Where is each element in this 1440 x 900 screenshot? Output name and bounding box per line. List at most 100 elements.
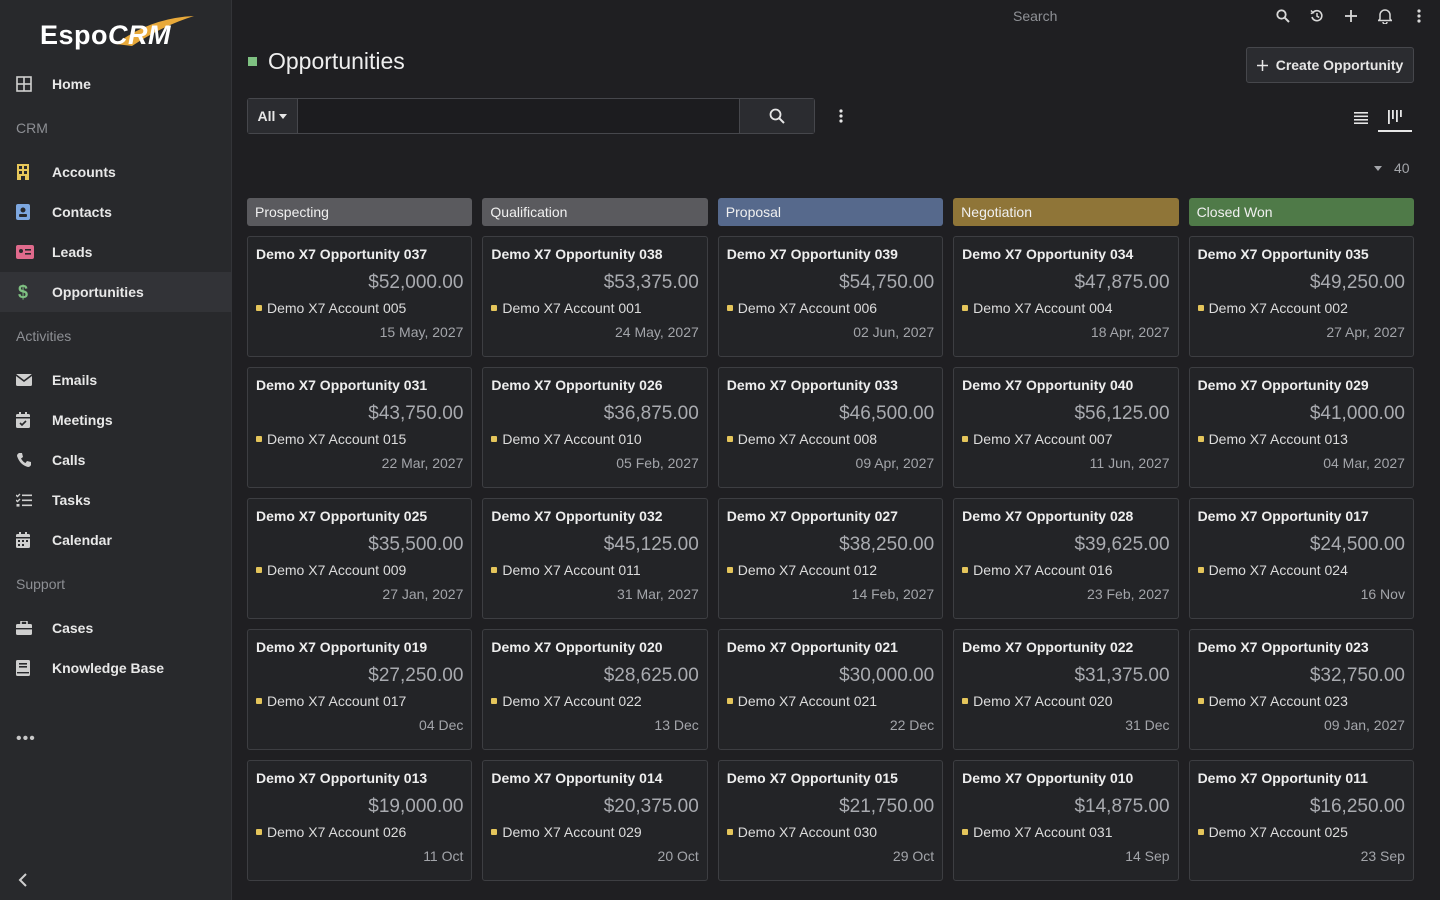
account-name-link[interactable]: Demo X7 Account 011 bbox=[502, 562, 640, 578]
account-name-link[interactable]: Demo X7 Account 009 bbox=[267, 562, 406, 578]
kanban-view-icon[interactable] bbox=[1378, 104, 1412, 132]
account-name-link[interactable]: Demo X7 Account 022 bbox=[502, 693, 641, 709]
account-name-link[interactable]: Demo X7 Account 029 bbox=[502, 824, 641, 840]
opportunity-name-link[interactable]: Demo X7 Opportunity 028 bbox=[962, 508, 1169, 526]
collapse-sidebar-icon[interactable] bbox=[16, 872, 30, 893]
sidebar-item-contacts[interactable]: Contacts bbox=[0, 192, 231, 232]
history-icon[interactable] bbox=[1300, 6, 1334, 26]
opportunity-name-link[interactable]: Demo X7 Opportunity 022 bbox=[962, 639, 1169, 657]
opportunity-name-link[interactable]: Demo X7 Opportunity 032 bbox=[491, 508, 698, 526]
sidebar-item-meetings[interactable]: Meetings bbox=[0, 400, 231, 440]
account-name-link[interactable]: Demo X7 Account 024 bbox=[1209, 562, 1348, 578]
opportunity-card[interactable]: Demo X7 Opportunity 037 $52,000.00 Demo X7… bbox=[247, 236, 473, 357]
account-name-link[interactable]: Demo X7 Account 005 bbox=[267, 300, 406, 316]
filter-options-kebab-icon[interactable] bbox=[832, 106, 850, 126]
opportunity-card[interactable]: Demo X7 Opportunity 025 $35,500.00 Demo X7… bbox=[247, 498, 473, 619]
opportunity-card[interactable]: Demo X7 Opportunity 032 $45,125.00 Demo X7… bbox=[482, 498, 708, 619]
opportunity-name-link[interactable]: Demo X7 Opportunity 034 bbox=[962, 246, 1169, 264]
opportunity-card[interactable]: Demo X7 Opportunity 017 $24,500.00 Demo X7… bbox=[1188, 498, 1414, 619]
sidebar-item-knowledge-base[interactable]: Knowledge Base bbox=[0, 648, 231, 688]
opportunity-card[interactable]: Demo X7 Opportunity 028 $39,625.00 Demo X7… bbox=[953, 498, 1179, 619]
account-name-link[interactable]: Demo X7 Account 013 bbox=[1209, 431, 1348, 447]
opportunity-card[interactable]: Demo X7 Opportunity 021 $30,000.00 Demo X7… bbox=[717, 629, 944, 750]
opportunity-card[interactable]: Demo X7 Opportunity 033 $46,500.00 Demo X7… bbox=[717, 367, 944, 488]
opportunity-name-link[interactable]: Demo X7 Opportunity 014 bbox=[491, 770, 698, 788]
opportunity-card[interactable]: Demo X7 Opportunity 011 $16,250.00 Demo X7… bbox=[1188, 760, 1414, 881]
plus-icon[interactable] bbox=[1334, 6, 1368, 26]
opportunity-name-link[interactable]: Demo X7 Opportunity 017 bbox=[1198, 508, 1405, 526]
opportunity-card[interactable]: Demo X7 Opportunity 019 $27,250.00 Demo X7… bbox=[247, 629, 473, 750]
account-name-link[interactable]: Demo X7 Account 007 bbox=[973, 431, 1112, 447]
global-search-input[interactable]: Search bbox=[1000, 4, 1240, 28]
account-name-link[interactable]: Demo X7 Account 010 bbox=[502, 431, 641, 447]
opportunity-card[interactable]: Demo X7 Opportunity 023 $32,750.00 Demo X7… bbox=[1188, 629, 1414, 750]
opportunity-name-link[interactable]: Demo X7 Opportunity 040 bbox=[962, 377, 1169, 395]
sidebar-item-opportunities[interactable]: $ Opportunities bbox=[0, 272, 231, 312]
opportunity-name-link[interactable]: Demo X7 Opportunity 033 bbox=[727, 377, 934, 395]
opportunity-card[interactable]: Demo X7 Opportunity 039 $54,750.00 Demo X7… bbox=[717, 236, 944, 357]
espocrm-logo[interactable]: EspoCRM bbox=[40, 14, 200, 54]
opportunity-name-link[interactable]: Demo X7 Opportunity 013 bbox=[256, 770, 463, 788]
bell-icon[interactable] bbox=[1368, 6, 1402, 26]
opportunity-name-link[interactable]: Demo X7 Opportunity 029 bbox=[1198, 377, 1405, 395]
opportunity-card[interactable]: Demo X7 Opportunity 029 $41,000.00 Demo X7… bbox=[1188, 367, 1414, 488]
opportunity-name-link[interactable]: Demo X7 Opportunity 027 bbox=[727, 508, 934, 526]
sidebar-item-accounts[interactable]: Accounts bbox=[0, 152, 231, 192]
sidebar-item-tasks[interactable]: Tasks bbox=[0, 480, 231, 520]
account-name-link[interactable]: Demo X7 Account 016 bbox=[973, 562, 1112, 578]
opportunity-card[interactable]: Demo X7 Opportunity 031 $43,750.00 Demo X7… bbox=[247, 367, 473, 488]
opportunity-name-link[interactable]: Demo X7 Opportunity 023 bbox=[1198, 639, 1405, 657]
opportunity-name-link[interactable]: Demo X7 Opportunity 025 bbox=[256, 508, 463, 526]
account-name-link[interactable]: Demo X7 Account 031 bbox=[973, 824, 1112, 840]
kebab-menu-icon[interactable] bbox=[1402, 6, 1436, 26]
opportunity-card[interactable]: Demo X7 Opportunity 015 $21,750.00 Demo X7… bbox=[717, 760, 944, 881]
create-opportunity-button[interactable]: Create Opportunity bbox=[1246, 47, 1414, 83]
opportunity-name-link[interactable]: Demo X7 Opportunity 019 bbox=[256, 639, 463, 657]
account-name-link[interactable]: Demo X7 Account 020 bbox=[973, 693, 1112, 709]
page-title-text[interactable]: Opportunities bbox=[268, 48, 405, 75]
filter-search-button[interactable] bbox=[739, 99, 814, 133]
more-nav-icon[interactable]: ••• bbox=[16, 730, 36, 748]
opportunity-card[interactable]: Demo X7 Opportunity 022 $31,375.00 Demo X7… bbox=[953, 629, 1179, 750]
opportunity-name-link[interactable]: Demo X7 Opportunity 010 bbox=[962, 770, 1169, 788]
opportunity-card[interactable]: Demo X7 Opportunity 010 $14,875.00 Demo X7… bbox=[953, 760, 1179, 881]
account-name-link[interactable]: Demo X7 Account 023 bbox=[1209, 693, 1348, 709]
opportunity-name-link[interactable]: Demo X7 Opportunity 037 bbox=[256, 246, 463, 264]
account-name-link[interactable]: Demo X7 Account 002 bbox=[1209, 300, 1348, 316]
sidebar-item-leads[interactable]: Leads bbox=[0, 232, 231, 272]
opportunity-name-link[interactable]: Demo X7 Opportunity 020 bbox=[491, 639, 698, 657]
opportunity-card[interactable]: Demo X7 Opportunity 035 $49,250.00 Demo X7… bbox=[1188, 236, 1414, 357]
account-name-link[interactable]: Demo X7 Account 012 bbox=[738, 562, 877, 578]
account-name-link[interactable]: Demo X7 Account 001 bbox=[502, 300, 641, 316]
opportunity-card[interactable]: Demo X7 Opportunity 026 $36,875.00 Demo X7… bbox=[482, 367, 708, 488]
opportunity-name-link[interactable]: Demo X7 Opportunity 011 bbox=[1198, 770, 1405, 788]
list-view-icon[interactable] bbox=[1344, 104, 1378, 132]
sidebar-item-home[interactable]: Home bbox=[0, 64, 231, 104]
caret-down-icon[interactable] bbox=[1374, 165, 1382, 171]
opportunity-name-link[interactable]: Demo X7 Opportunity 026 bbox=[491, 377, 698, 395]
search-icon[interactable] bbox=[1266, 6, 1300, 26]
filter-search-input[interactable] bbox=[298, 99, 739, 133]
opportunity-name-link[interactable]: Demo X7 Opportunity 021 bbox=[727, 639, 934, 657]
opportunity-card[interactable]: Demo X7 Opportunity 038 $53,375.00 Demo X7… bbox=[482, 236, 708, 357]
account-name-link[interactable]: Demo X7 Account 006 bbox=[738, 300, 877, 316]
sidebar-item-calls[interactable]: Calls bbox=[0, 440, 231, 480]
opportunity-name-link[interactable]: Demo X7 Opportunity 039 bbox=[727, 246, 934, 264]
opportunity-card[interactable]: Demo X7 Opportunity 020 $28,625.00 Demo X7… bbox=[482, 629, 708, 750]
account-name-link[interactable]: Demo X7 Account 026 bbox=[267, 824, 406, 840]
account-name-link[interactable]: Demo X7 Account 008 bbox=[738, 431, 877, 447]
sidebar-item-emails[interactable]: Emails bbox=[0, 360, 231, 400]
account-name-link[interactable]: Demo X7 Account 004 bbox=[973, 300, 1112, 316]
opportunity-card[interactable]: Demo X7 Opportunity 040 $56,125.00 Demo X7… bbox=[953, 367, 1179, 488]
opportunity-card[interactable]: Demo X7 Opportunity 027 $38,250.00 Demo X7… bbox=[717, 498, 944, 619]
account-name-link[interactable]: Demo X7 Account 021 bbox=[738, 693, 877, 709]
account-name-link[interactable]: Demo X7 Account 030 bbox=[738, 824, 877, 840]
sidebar-item-cases[interactable]: Cases bbox=[0, 608, 231, 648]
account-name-link[interactable]: Demo X7 Account 015 bbox=[267, 431, 406, 447]
account-name-link[interactable]: Demo X7 Account 025 bbox=[1209, 824, 1348, 840]
opportunity-card[interactable]: Demo X7 Opportunity 014 $20,375.00 Demo X7… bbox=[482, 760, 708, 881]
opportunity-name-link[interactable]: Demo X7 Opportunity 035 bbox=[1198, 246, 1405, 264]
opportunity-name-link[interactable]: Demo X7 Opportunity 031 bbox=[256, 377, 463, 395]
opportunity-card[interactable]: Demo X7 Opportunity 034 $47,875.00 Demo X7… bbox=[953, 236, 1179, 357]
opportunity-name-link[interactable]: Demo X7 Opportunity 038 bbox=[491, 246, 698, 264]
